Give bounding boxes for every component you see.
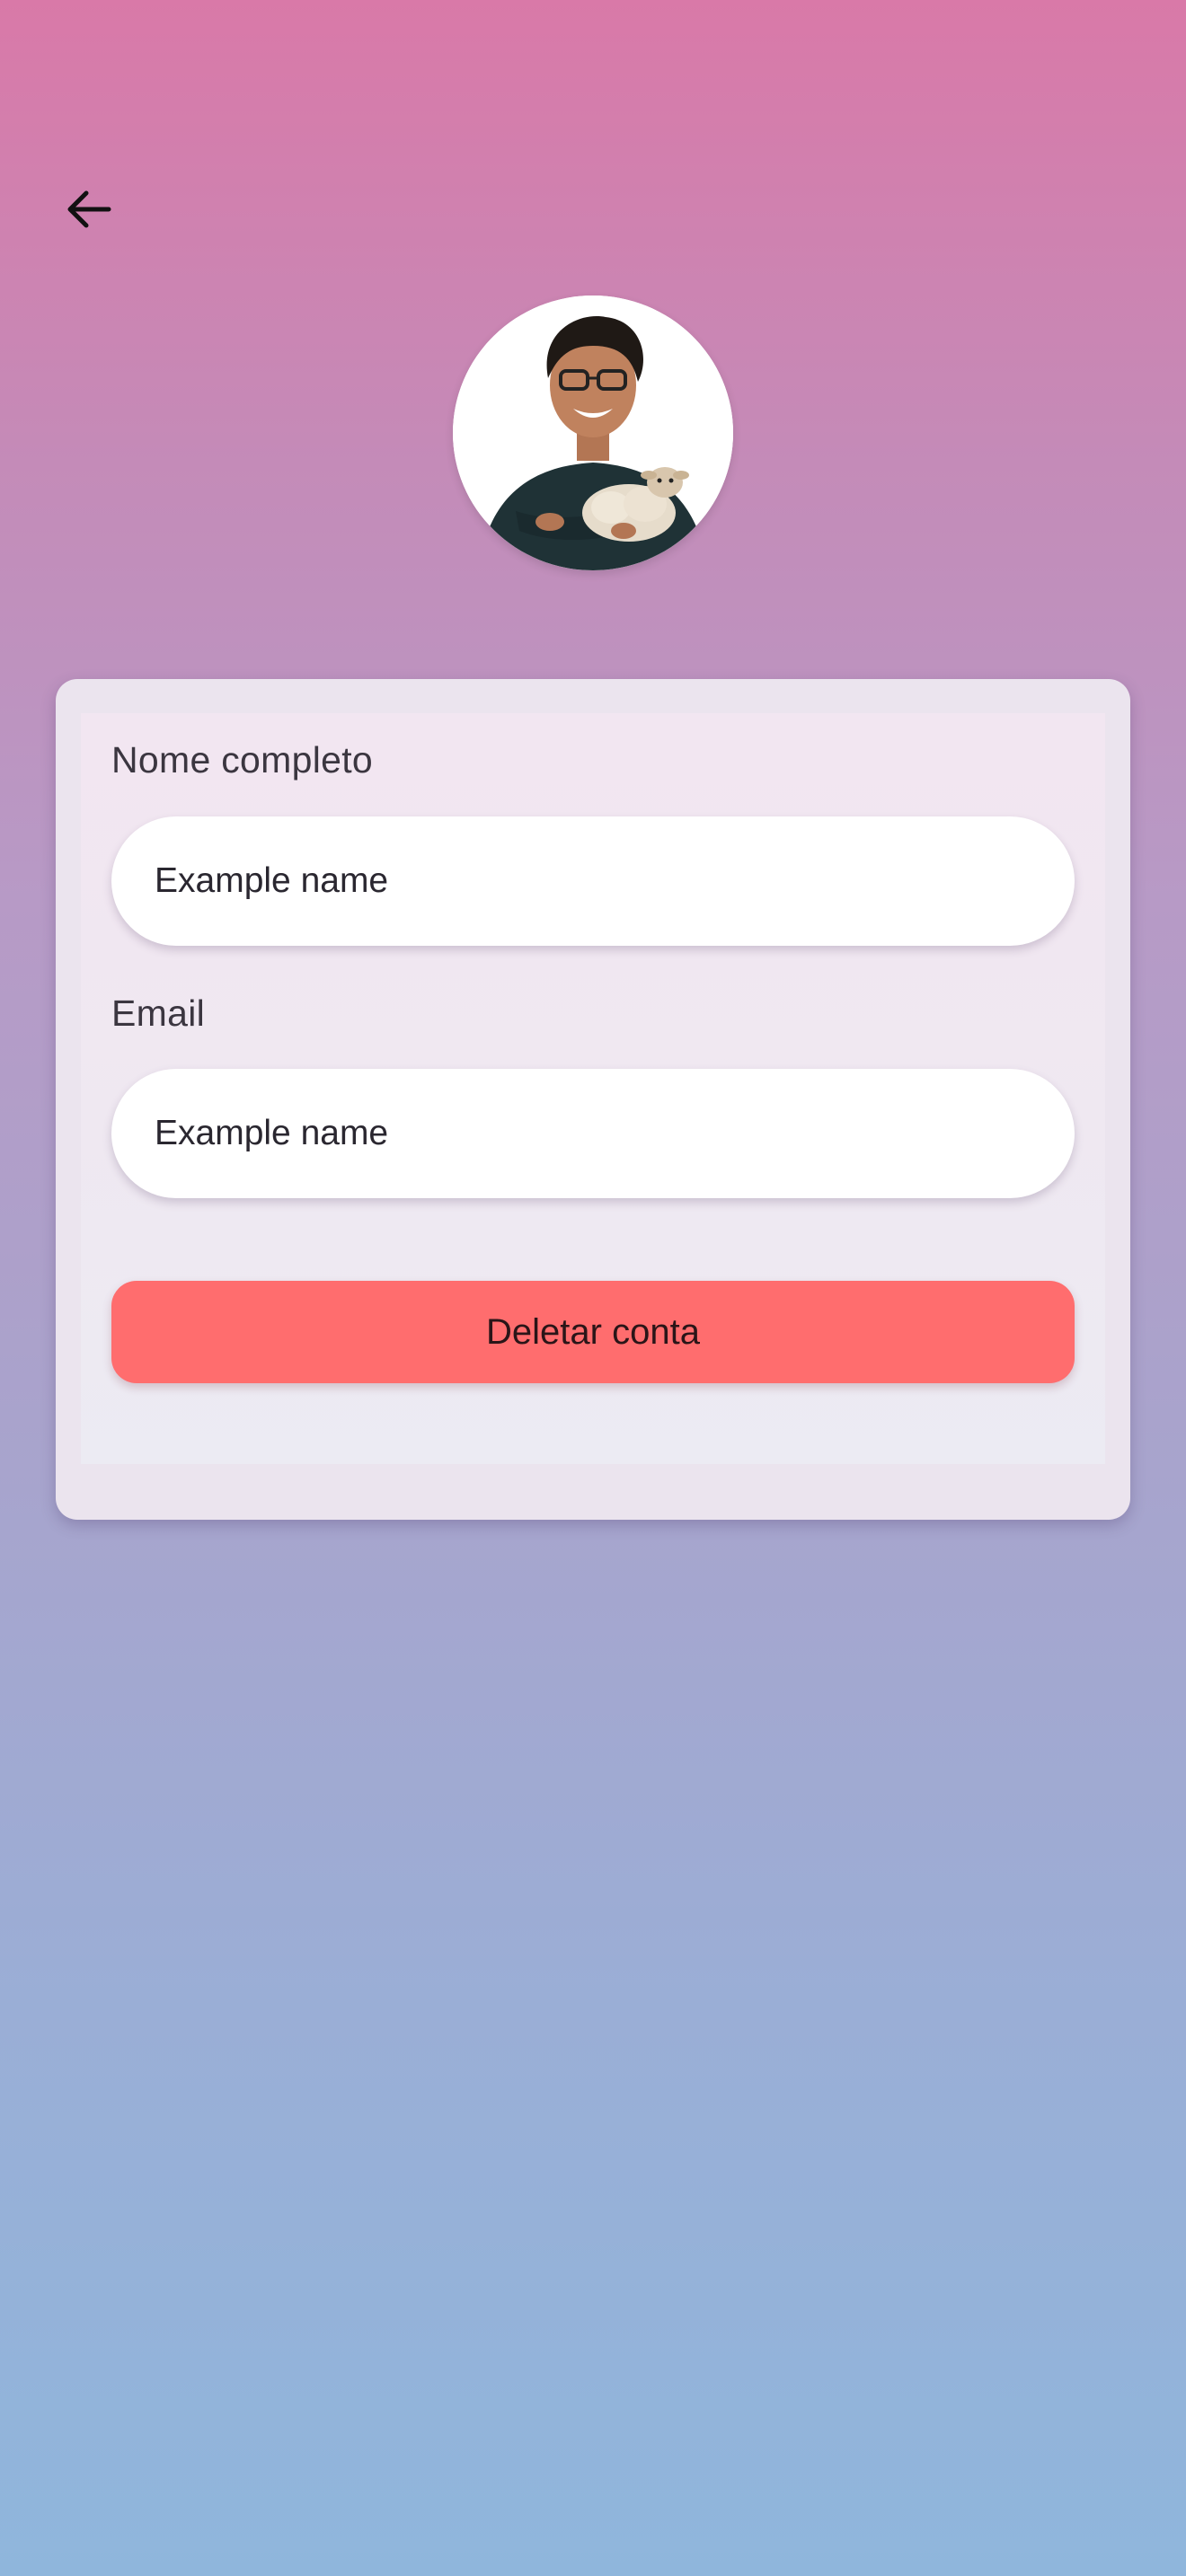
name-field[interactable]: Example name [111,816,1075,946]
avatar[interactable] [453,296,733,570]
email-field-value: Example name [155,1114,389,1152]
back-button[interactable] [56,176,122,243]
email-field[interactable]: Example name [111,1069,1075,1198]
email-label: Email [111,992,206,1034]
name-field-value: Example name [155,861,389,900]
delete-account-button[interactable]: Deletar conta [111,1281,1075,1383]
name-label: Nome completo [111,739,374,781]
delete-account-label: Deletar conta [486,1311,700,1352]
arrow-left-icon [67,190,111,228]
avatar-photo [453,296,733,570]
